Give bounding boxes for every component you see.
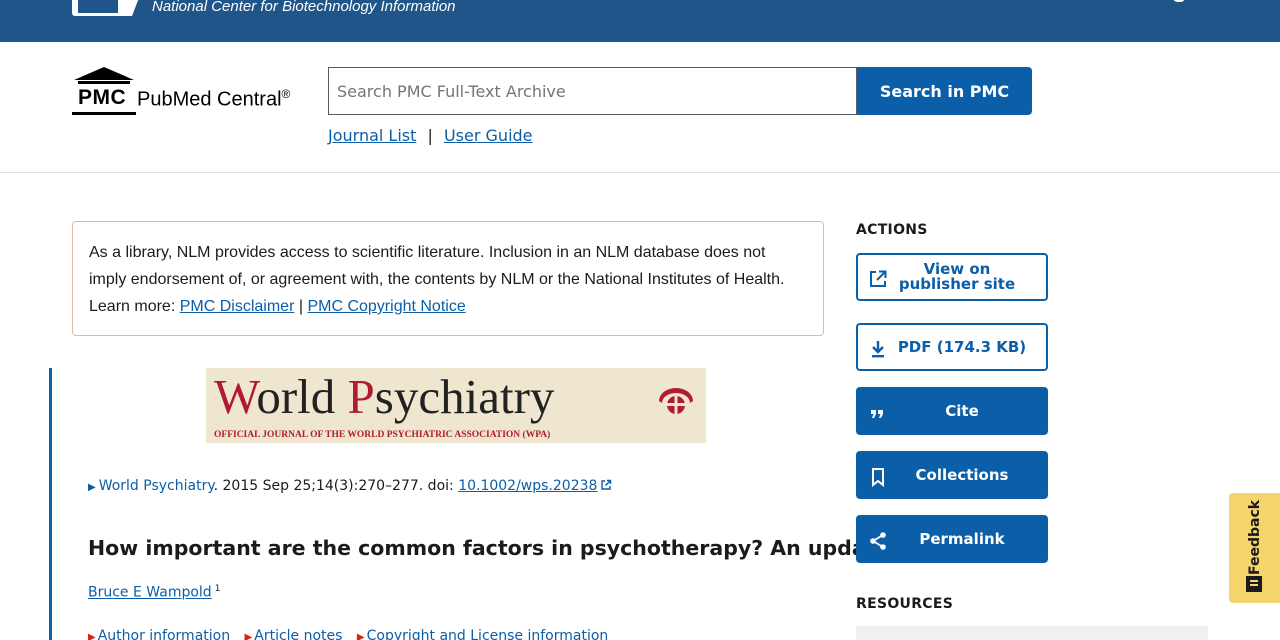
pmc-copyright-link[interactable]: PMC Copyright Notice — [307, 298, 465, 315]
wpa-emblem-icon — [659, 388, 693, 421]
article-info-tabs: ▶ Author information ▶ Article notes ▶ Copy… — [88, 628, 618, 640]
external-link-icon — [601, 479, 612, 490]
expand-triangle-icon: ▶ — [244, 632, 253, 640]
share-icon — [870, 532, 886, 550]
feedback-icon — [1246, 576, 1262, 592]
download-icon — [872, 341, 884, 358]
nih-logo[interactable] — [72, 0, 142, 16]
collections-button[interactable]: Collections — [856, 451, 1048, 499]
expand-triangle-icon: ▶ — [88, 482, 96, 493]
permalink-button[interactable]: Permalink — [856, 515, 1048, 563]
article-title: How important are the common factors in … — [88, 536, 890, 560]
pmc-logo-name: PubMed Central® — [137, 87, 291, 111]
copyright-license-tab[interactable]: ▶ Copyright and License information — [357, 628, 608, 640]
article-left-rule — [49, 368, 52, 640]
learn-more-label: Learn more: — [89, 298, 176, 315]
quote-icon — [871, 410, 883, 418]
search-input[interactable] — [328, 67, 857, 115]
pmc-logo[interactable]: PMC PubMed Central® — [72, 66, 322, 116]
journal-banner-subtitle: OFFICIAL JOURNAL OF THE WORLD PSYCHIATRI… — [214, 430, 551, 440]
article-notes-tab[interactable]: ▶ Article notes — [245, 628, 343, 640]
ncbi-banner: National Center for Biotechnology Inform… — [0, 0, 1280, 42]
expand-triangle-icon: ▶ — [356, 632, 365, 640]
author-information-tab[interactable]: ▶ Author information — [88, 628, 230, 640]
author-link[interactable]: Bruce E Wampold — [88, 585, 212, 601]
search-button[interactable]: Search in PMC — [857, 67, 1032, 115]
author-line: Bruce E Wampold 1 — [88, 584, 220, 601]
journal-banner[interactable]: World Psychiatry OFFICIAL JOURNAL OF THE… — [206, 368, 706, 443]
account-icon[interactable] — [1172, 0, 1186, 2]
actions-heading: ACTIONS — [856, 222, 928, 238]
journal-list-link[interactable]: Journal List — [328, 126, 416, 145]
link-separator: | — [427, 126, 433, 145]
pmc-disclaimer-link[interactable]: PMC Disclaimer — [180, 298, 295, 315]
feedback-tab[interactable]: Feedback — [1229, 493, 1280, 603]
journal-banner-title: World Psychiatry — [214, 369, 555, 424]
pmc-header: PMC PubMed Central® Search in PMC Journa… — [0, 42, 1280, 173]
disclaimer-text: As a library, NLM provides access to sci… — [89, 244, 785, 288]
journal-name-link[interactable]: World Psychiatry — [99, 478, 214, 494]
feedback-label: Feedback — [1247, 499, 1263, 575]
disclaimer-separator: | — [298, 298, 303, 315]
pmc-logo-abbr: PMC — [78, 86, 127, 109]
resources-panel[interactable] — [856, 626, 1208, 640]
header-links: Journal List | User Guide — [328, 126, 533, 145]
expand-triangle-icon: ▶ — [88, 632, 96, 640]
user-guide-link[interactable]: User Guide — [444, 126, 533, 145]
citation-line: ▶ World Psychiatry. 2015 Sep 25;14(3):270… — [88, 478, 612, 494]
doi-link[interactable]: 10.1002/wps.20238 — [458, 478, 597, 494]
view-publisher-site-button[interactable]: View on publisher site — [856, 253, 1048, 301]
pdf-download-button[interactable]: PDF (174.3 KB) — [856, 323, 1048, 371]
external-link-icon — [870, 270, 887, 287]
resources-heading: RESOURCES — [856, 596, 954, 612]
bookmark-icon — [872, 468, 884, 487]
cite-button[interactable]: Cite — [856, 387, 1048, 435]
author-affiliation-marker[interactable]: 1 — [215, 584, 221, 594]
disclaimer-box: As a library, NLM provides access to sci… — [72, 221, 824, 336]
ncbi-org-name: National Center for Biotechnology Inform… — [152, 0, 456, 15]
citation-text: . 2015 Sep 25;14(3):270–277. doi: — [213, 478, 459, 494]
